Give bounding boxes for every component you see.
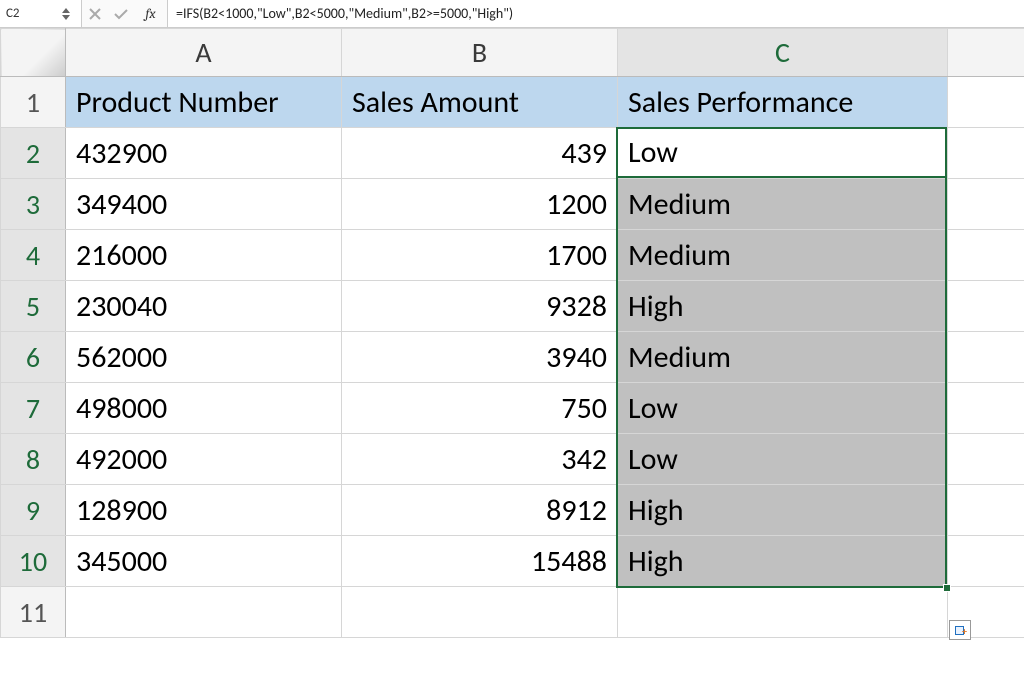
name-box[interactable]: C2 bbox=[0, 0, 82, 27]
row-header-10[interactable]: 10 bbox=[1, 536, 66, 587]
cell-A1[interactable]: Product Number bbox=[66, 77, 342, 128]
cell-D7[interactable] bbox=[948, 383, 1024, 434]
row-header-9[interactable]: 9 bbox=[1, 485, 66, 536]
cancel-formula-button[interactable] bbox=[82, 0, 108, 27]
cell-A4[interactable]: 216000 bbox=[66, 230, 342, 281]
fill-handle[interactable] bbox=[943, 584, 951, 592]
cell-C6[interactable]: Medium bbox=[618, 332, 948, 383]
cell-A10[interactable]: 345000 bbox=[66, 536, 342, 587]
cell-D5[interactable] bbox=[948, 281, 1024, 332]
cell-B11[interactable] bbox=[342, 587, 618, 638]
row-header-3[interactable]: 3 bbox=[1, 179, 66, 230]
cell-D9[interactable] bbox=[948, 485, 1024, 536]
column-header-D[interactable] bbox=[948, 29, 1024, 77]
accept-formula-button[interactable] bbox=[108, 0, 134, 27]
row-header-1[interactable]: 1 bbox=[1, 77, 66, 128]
cell-B8[interactable]: 342 bbox=[342, 434, 618, 485]
cell-C1[interactable]: Sales Performance bbox=[618, 77, 948, 128]
cell-A11[interactable] bbox=[66, 587, 342, 638]
formula-bar-input[interactable]: =IFS(B2<1000,"Low",B2<5000,"Medium",B2>=… bbox=[168, 0, 1024, 27]
formula-text: =IFS(B2<1000,"Low",B2<5000,"Medium",B2>=… bbox=[176, 5, 513, 22]
cell-A8[interactable]: 492000 bbox=[66, 434, 342, 485]
cell-B5[interactable]: 9328 bbox=[342, 281, 618, 332]
name-box-text: C2 bbox=[6, 6, 59, 21]
select-all-corner[interactable] bbox=[1, 29, 66, 77]
cell-A6[interactable]: 562000 bbox=[66, 332, 342, 383]
cell-C10[interactable]: High bbox=[618, 536, 948, 587]
cell-D10[interactable] bbox=[948, 536, 1024, 587]
cell-B3[interactable]: 1200 bbox=[342, 179, 618, 230]
formula-toolbar: C2 fx =IFS(B2<1000,"Low",B2<5000,"Medium… bbox=[0, 0, 1024, 28]
cell-C8[interactable]: Low bbox=[618, 434, 948, 485]
cell-A2[interactable]: 432900 bbox=[66, 128, 342, 179]
cell-B4[interactable]: 1700 bbox=[342, 230, 618, 281]
row-header-6[interactable]: 6 bbox=[1, 332, 66, 383]
cell-C7[interactable]: Low bbox=[618, 383, 948, 434]
name-box-stepper[interactable] bbox=[61, 7, 75, 21]
cell-C9[interactable]: High bbox=[618, 485, 948, 536]
column-header-C[interactable]: C bbox=[618, 29, 948, 77]
cell-D3[interactable] bbox=[948, 179, 1024, 230]
spreadsheet-grid[interactable]: A B C 1 Product Number Sales Amount Sale… bbox=[0, 28, 1024, 638]
row-header-2[interactable]: 2 bbox=[1, 128, 66, 179]
row-header-11[interactable]: 11 bbox=[1, 587, 66, 638]
cell-B1[interactable]: Sales Amount bbox=[342, 77, 618, 128]
cell-D1[interactable] bbox=[948, 77, 1024, 128]
cell-B9[interactable]: 8912 bbox=[342, 485, 618, 536]
column-header-B[interactable]: B bbox=[342, 29, 618, 77]
cell-D2[interactable] bbox=[948, 128, 1024, 179]
cell-C2[interactable] bbox=[618, 128, 948, 179]
cell-A3[interactable]: 349400 bbox=[66, 179, 342, 230]
row-header-8[interactable]: 8 bbox=[1, 434, 66, 485]
cell-C3[interactable]: Medium bbox=[618, 179, 948, 230]
cell-B7[interactable]: 750 bbox=[342, 383, 618, 434]
cell-D4[interactable] bbox=[948, 230, 1024, 281]
cell-A7[interactable]: 498000 bbox=[66, 383, 342, 434]
row-header-5[interactable]: 5 bbox=[1, 281, 66, 332]
autofill-options-button[interactable]: + bbox=[949, 620, 971, 640]
cell-A5[interactable]: 230040 bbox=[66, 281, 342, 332]
fx-label: fx bbox=[145, 5, 155, 22]
row-header-4[interactable]: 4 bbox=[1, 230, 66, 281]
cell-B6[interactable]: 3940 bbox=[342, 332, 618, 383]
cell-B2[interactable]: 439 bbox=[342, 128, 618, 179]
cell-A9[interactable]: 128900 bbox=[66, 485, 342, 536]
insert-function-button[interactable]: fx bbox=[134, 0, 168, 27]
cell-D8[interactable] bbox=[948, 434, 1024, 485]
row-header-7[interactable]: 7 bbox=[1, 383, 66, 434]
cell-B10[interactable]: 15488 bbox=[342, 536, 618, 587]
cell-C5[interactable]: High bbox=[618, 281, 948, 332]
cell-C4[interactable]: Medium bbox=[618, 230, 948, 281]
column-header-A[interactable]: A bbox=[66, 29, 342, 77]
cell-D6[interactable] bbox=[948, 332, 1024, 383]
cell-C11[interactable] bbox=[618, 587, 948, 638]
